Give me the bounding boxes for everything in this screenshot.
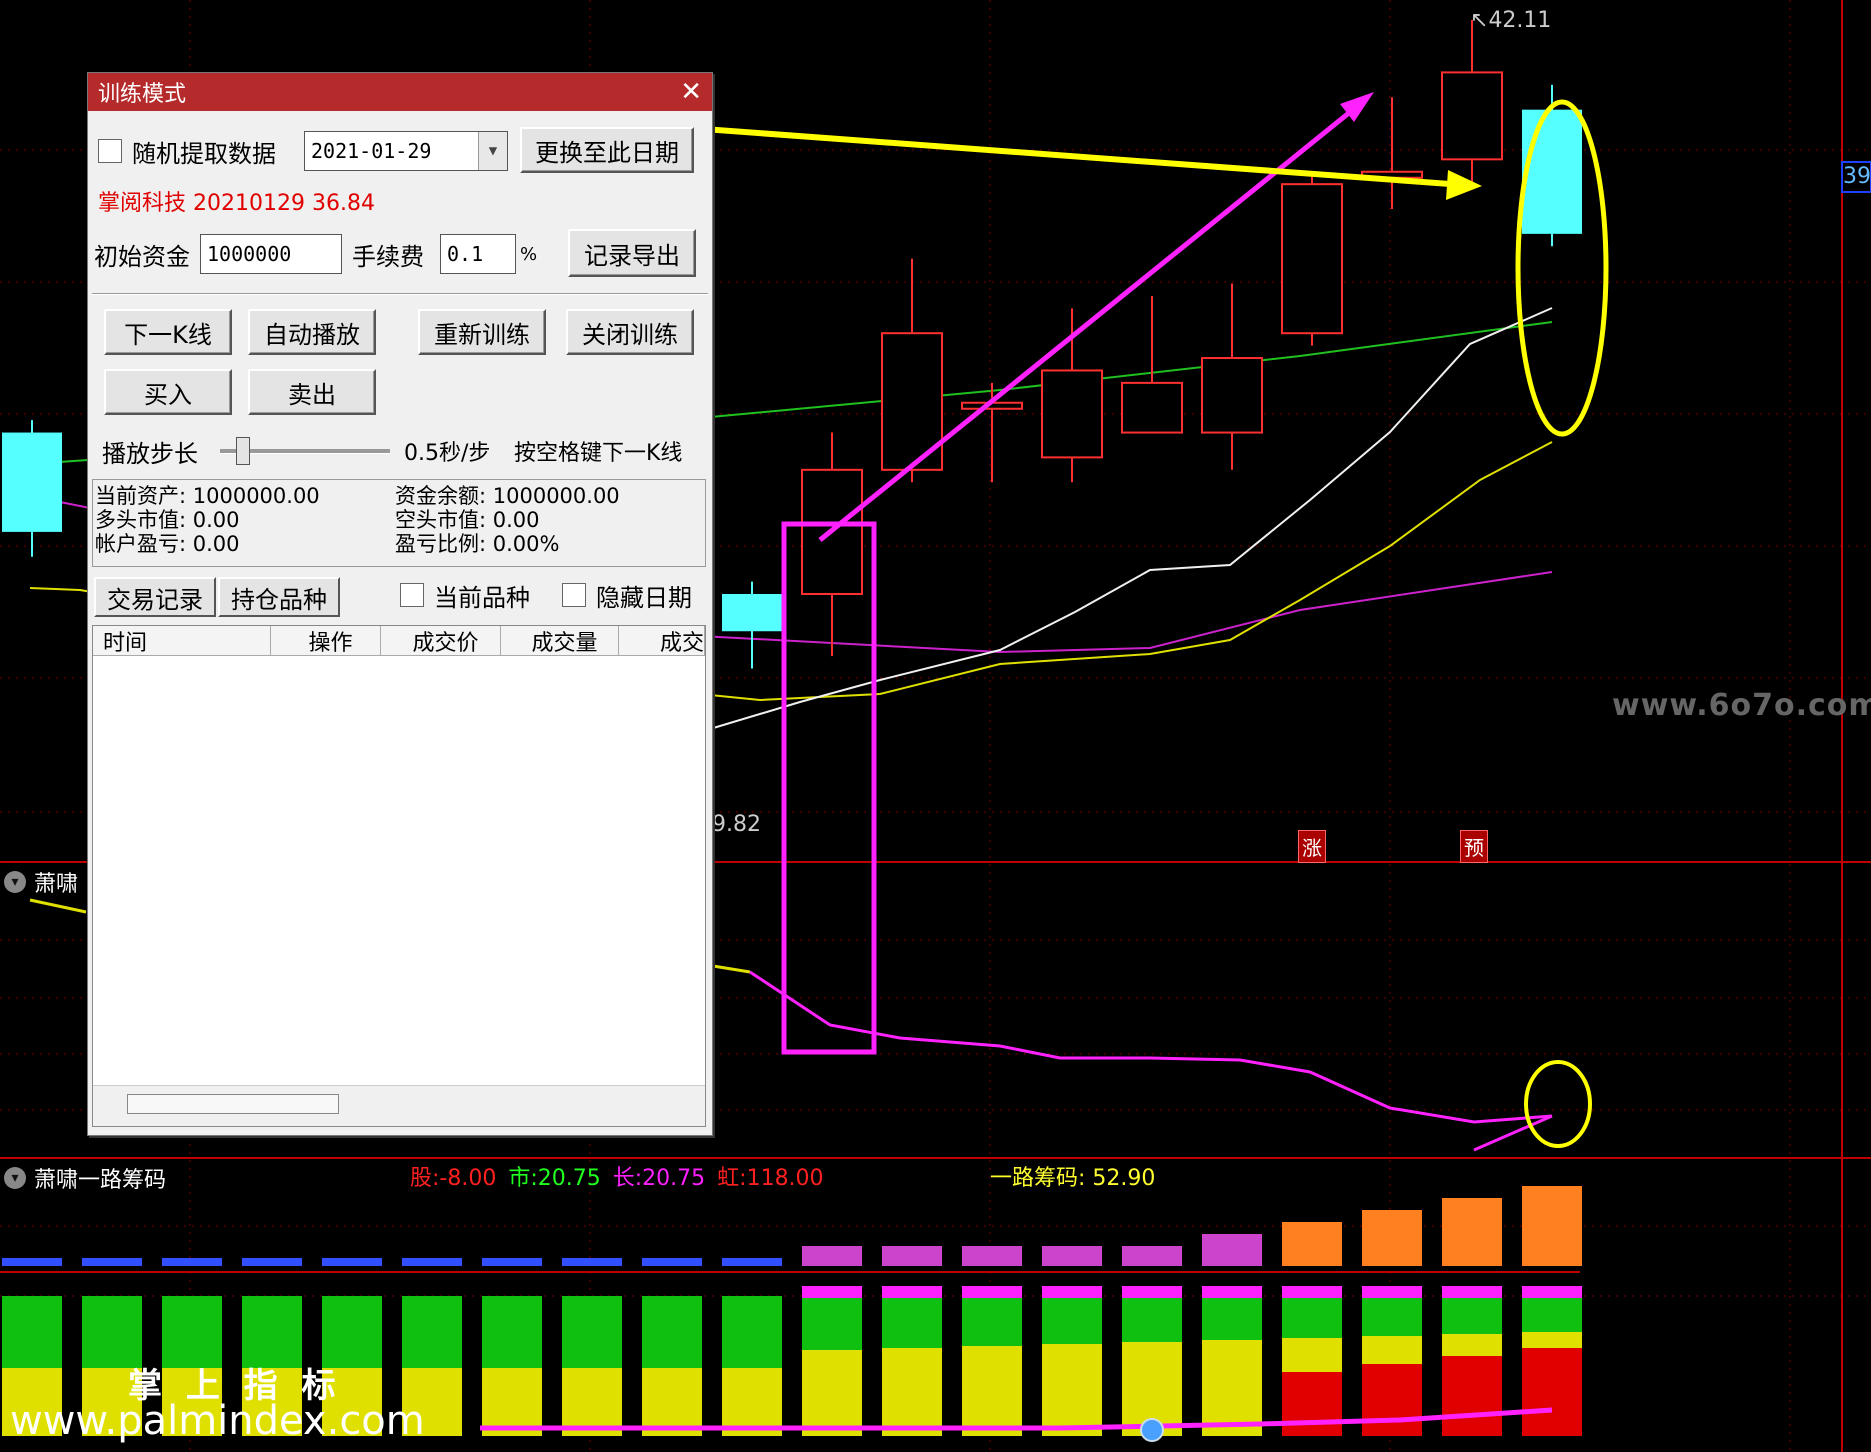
step-slider-thumb[interactable] [235,437,250,465]
date-select[interactable]: 2021-01-29 ▼ [304,131,508,171]
watermark-palmindex: www.palmindex.com [10,1398,425,1444]
divider [92,293,708,295]
column-header-price[interactable]: 成交价 [381,626,501,656]
close-training-button[interactable]: 关闭训练 [566,309,694,355]
hide-date-option[interactable]: 隐藏日期 [562,575,692,615]
chip-bar-11 [882,1246,942,1436]
random-data-option[interactable]: 随机提取数据 [98,131,276,171]
chip-bar-19 [1522,1186,1582,1436]
chip-bar-16 [1282,1222,1342,1436]
step-value: 0.5秒/步 [404,441,491,466]
chip-bar-6 [482,1258,542,1436]
high-price-label: ↖42.11 [1470,8,1552,33]
pnl-ratio: 盈亏比例: 0.00% [395,532,560,556]
short-value: 空头市值: 0.00 [395,508,540,532]
panel2-title[interactable]: ▾ 萧啸 [4,866,78,898]
retrain-button[interactable]: 重新训练 [418,309,546,355]
step-hint: 按空格键下一K线 [514,441,683,466]
chip-bar-14 [1122,1246,1182,1436]
buy-button[interactable]: 买入 [104,369,232,415]
chevron-down-icon[interactable]: ▼ [478,132,507,170]
watermark-site: www.6o7o.com [1612,688,1871,723]
column-header-time[interactable]: 时间 [93,626,271,656]
panel3-name: 萧啸一路筹码 [34,1168,167,1193]
dialog-titlebar[interactable]: 训练模式 ✕ [88,73,712,111]
sell-button[interactable]: 卖出 [248,369,376,415]
hide-date-checkbox[interactable] [562,583,586,607]
candle-7 [1201,283,1263,470]
candle-6 [1121,295,1183,434]
current-symbol-checkbox[interactable] [400,583,424,607]
indicator-values: 股:-8.00 市:20.75 长:20.75 虹:118.00 [410,1160,824,1192]
chip-bar-7 [562,1258,622,1436]
chip-bar-8 [642,1258,702,1436]
initial-capital-input[interactable]: 1000000 [200,234,342,274]
step-slider[interactable] [220,437,390,465]
trade-records-table[interactable]: 时间 操作 成交价 成交量 成交 [92,625,706,1127]
column-header-volume[interactable]: 成交量 [501,626,619,656]
account-pnl: 帐户盈亏: 0.00 [95,532,240,556]
account-stats: 当前资产: 1000000.00 资金余额: 1000000.00 多头市值: … [92,479,706,567]
highlight-box [781,521,877,1055]
candle-9 [1361,97,1423,210]
chips-value: 一路筹码: 52.90 [990,1166,1156,1191]
candle-2 [801,432,863,657]
change-date-button[interactable]: 更换至此日期 [520,127,694,173]
chip-bar-18 [1442,1198,1502,1436]
export-records-button[interactable]: 记录导出 [568,229,696,277]
hide-date-label: 隐藏日期 [596,583,692,612]
low-price-label: 9.82 [712,812,761,837]
current-symbol-option[interactable]: 当前品种 [400,575,530,615]
column-header-action[interactable]: 操作 [271,626,381,656]
fee-input[interactable]: 0.1 [440,234,516,274]
current-assets: 当前资产: 1000000.00 [95,484,320,508]
initial-capital-label: 初始资金 [94,242,190,271]
panel3-title[interactable]: ▾ 萧啸一路筹码 [4,1162,166,1194]
indicator-value-1: 市:20.75 [508,1166,601,1191]
dialog-title: 训练模式 [98,82,187,107]
training-dialog: 训练模式 ✕ 随机提取数据 2021-01-29 ▼ 更换至此日期 掌阅科技 2… [87,72,713,1136]
horizontal-scrollbar[interactable] [93,1085,705,1126]
indicator-highlight [1524,1060,1592,1148]
indicator-value-2: 长:20.75 [612,1166,706,1191]
close-icon[interactable]: ✕ [680,77,702,107]
candle-0 [2,420,62,557]
stock-info: 掌阅科技 20210129 36.84 [98,191,375,216]
chip-bar-10 [802,1246,862,1436]
fee-label: 手续费 [352,242,424,271]
cash-balance: 资金余额: 1000000.00 [395,484,620,508]
chip-bar-12 [962,1246,1022,1436]
step-label: 播放步长 [102,439,198,468]
signal-tag-forecast: 预 [1460,830,1488,863]
collapse-icon[interactable]: ▾ [4,1167,26,1189]
trading-screen: ↖42.11 9.82 39 涨 预 www.6o7o.com ▾ 萧啸 ▾ 萧… [0,0,1871,1452]
collapse-icon[interactable]: ▾ [4,871,26,893]
candle-4 [961,382,1023,483]
long-value: 多头市值: 0.00 [95,508,240,532]
tab-positions[interactable]: 持仓品种 [218,577,340,617]
random-data-checkbox[interactable] [98,139,122,163]
panel2-name: 萧啸 [34,872,79,897]
candle-10 [1441,20,1503,185]
tab-trade-records[interactable]: 交易记录 [94,577,216,617]
random-data-label: 随机提取数据 [132,139,276,168]
chip-bar-17 [1362,1210,1422,1436]
right-axis-label: 39 [1843,164,1871,189]
indicator-value-3: 虹:118.00 [717,1166,824,1191]
autoplay-button[interactable]: 自动播放 [248,309,376,355]
candle-8 [1281,171,1343,346]
date-value: 2021-01-29 [311,139,432,163]
signal-tag-up: 涨 [1298,830,1326,863]
indicator-value-0: 股:-8.00 [410,1166,497,1191]
chip-bar-9 [722,1258,782,1436]
candle-1 [722,581,782,669]
column-header-amount[interactable]: 成交 [619,626,705,656]
chip-bar-15 [1202,1234,1262,1436]
next-k-button[interactable]: 下一K线 [104,309,232,355]
chip-bar-13 [1042,1246,1102,1436]
scrollbar-thumb[interactable] [127,1094,339,1114]
current-symbol-label: 当前品种 [434,583,530,612]
fee-unit: % [520,243,538,265]
